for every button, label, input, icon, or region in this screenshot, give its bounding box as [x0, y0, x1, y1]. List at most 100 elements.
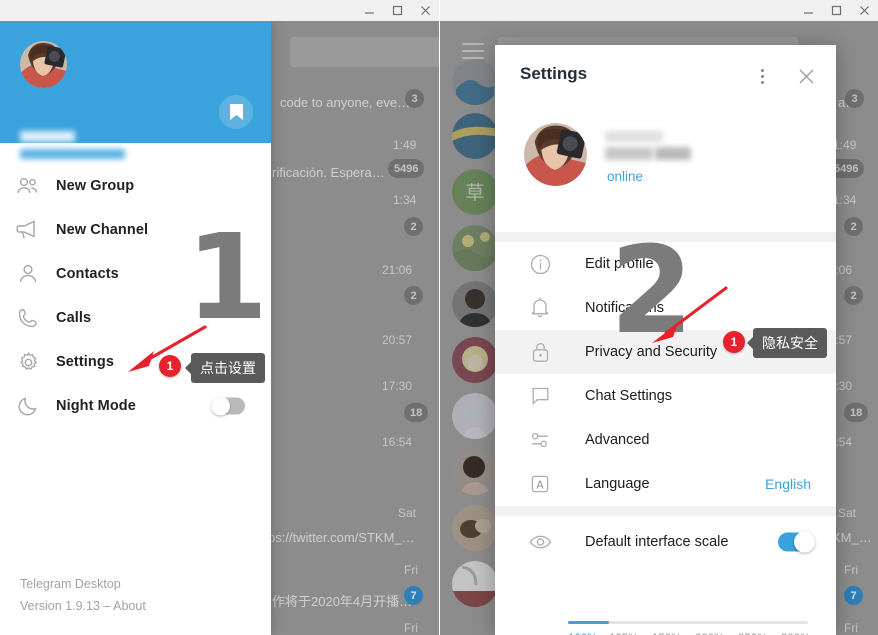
chat-avatar[interactable]: [452, 281, 498, 327]
chat-time: 1:34: [833, 193, 857, 207]
menu-item-label: Contacts: [56, 266, 119, 282]
svg-text:草: 草: [465, 182, 484, 204]
dialog-actions: [748, 62, 820, 90]
megaphone-icon: [0, 219, 56, 241]
avatar[interactable]: [20, 41, 67, 88]
maximize-button[interactable]: [822, 0, 850, 21]
hamburger-menu-icon[interactable]: [462, 43, 484, 59]
chat-snippet: KM_…: [832, 530, 872, 545]
chat-snippet: 作将于2020年4月开播…: [272, 594, 413, 609]
chat-avatar[interactable]: [452, 113, 498, 159]
saved-messages-button[interactable]: [219, 95, 253, 129]
close-icon[interactable]: [792, 62, 820, 90]
chat-time: Sat: [838, 506, 857, 520]
chat-badge: 2: [404, 286, 423, 305]
menu-item-night-mode[interactable]: Night Mode: [0, 384, 271, 428]
screenshot-root: code to anyone, eve… 3 1:49 rificación. …: [0, 0, 878, 635]
profile-status: online: [607, 169, 644, 184]
dialog-title: Settings: [520, 64, 588, 83]
dialog-header: Settings: [495, 45, 836, 107]
chat-avatar[interactable]: [452, 337, 498, 383]
bell-icon: [495, 297, 585, 319]
lock-icon: [495, 341, 585, 363]
person-icon: [0, 263, 56, 285]
close-button[interactable]: [850, 0, 878, 21]
chat-snippet: ps://twitter.com/STKM_…: [268, 530, 415, 545]
menu-item-label: Calls: [56, 310, 92, 326]
settings-item-label: Language: [585, 476, 650, 492]
default-interface-scale-toggle[interactable]: [778, 531, 815, 553]
annotation-tooltip-1: 点击设置: [191, 353, 265, 383]
chat-time: 20:57: [382, 333, 413, 347]
version-line: Version 1.9.13 – About: [20, 595, 146, 617]
language-value[interactable]: English: [765, 476, 811, 492]
settings-item-default-interface-scale[interactable]: Default interface scale: [495, 516, 836, 568]
menu-item-new-group[interactable]: New Group: [0, 164, 271, 208]
chat-time: Fri: [404, 563, 418, 577]
menu-item-label: Settings: [56, 354, 114, 370]
step-number-1: 1: [186, 208, 269, 346]
letter-a-icon: A: [495, 474, 585, 494]
titlebar-left: [0, 0, 439, 21]
dialog-profile: online: [495, 107, 836, 232]
chat-avatar[interactable]: [452, 59, 498, 105]
chat-snippet: code to anyone, eve…: [280, 95, 411, 110]
settings-item-label: Advanced: [585, 432, 650, 448]
chat-avatar[interactable]: [452, 449, 498, 495]
chat-avatar[interactable]: [452, 225, 498, 271]
avatar[interactable]: [524, 123, 587, 186]
annotation-badge-2: 1: [723, 331, 745, 353]
chat-badge: 7: [844, 586, 863, 605]
minimize-button[interactable]: [355, 0, 383, 21]
settings-item-chat-settings[interactable]: Chat Settings: [495, 374, 836, 418]
chat-avatar[interactable]: [452, 505, 498, 551]
chat-time: Fri: [844, 563, 858, 577]
divider: [495, 506, 836, 516]
telegram-window-right: 草 a… 3 1:49: [440, 0, 878, 635]
settings-item-language[interactable]: A Language English: [495, 462, 836, 506]
menu-item-label: Night Mode: [56, 398, 136, 414]
chat-time: 1:49: [833, 138, 857, 152]
info-icon: [495, 254, 585, 275]
minimize-button[interactable]: [794, 0, 822, 21]
slider-track[interactable]: [568, 621, 808, 624]
moon-icon: [0, 395, 56, 417]
version-text: Version 1.9.13 –: [20, 599, 114, 613]
step-number-2: 2: [610, 222, 694, 361]
chat-badge: 3: [845, 89, 864, 108]
chat-time: 1:49: [393, 138, 417, 152]
chat-time: 17:30: [382, 379, 413, 393]
chat-time: Sat: [398, 506, 417, 520]
chat-snippet: rificación. Espera…: [272, 165, 385, 180]
eye-icon: [495, 534, 585, 550]
chat-time: 16:54: [382, 435, 413, 449]
interface-scale-slider[interactable]: 100% 125% 150% 200% 250% 300%: [568, 621, 810, 635]
product-name: Telegram Desktop: [20, 577, 121, 591]
about-link[interactable]: About: [113, 599, 146, 613]
settings-item-advanced[interactable]: Advanced: [495, 418, 836, 462]
settings-item-label: Chat Settings: [585, 388, 673, 404]
menu-item-label: New Channel: [56, 222, 149, 238]
close-button[interactable]: [411, 0, 439, 21]
group-icon: [0, 176, 56, 196]
drawer-header: [0, 21, 271, 159]
chat-avatar[interactable]: 草: [452, 169, 498, 215]
night-mode-toggle[interactable]: [211, 396, 245, 416]
chat-badge: 18: [404, 403, 429, 422]
chat-avatar[interactable]: [452, 393, 498, 439]
slider-fill: [568, 621, 609, 624]
maximize-button[interactable]: [383, 0, 411, 21]
chat-avatar[interactable]: [452, 561, 498, 607]
chat-badge: 18: [844, 403, 869, 422]
annotation-badge-1: 1: [159, 355, 181, 377]
gear-icon: [0, 351, 56, 374]
chat-badge: 3: [405, 89, 424, 108]
chat-badge: 2: [404, 217, 423, 236]
titlebar-right: [440, 0, 878, 21]
search-bar[interactable]: [290, 37, 439, 67]
more-vertical-icon[interactable]: [748, 62, 776, 90]
chat-badge: 7: [404, 586, 423, 605]
telegram-window-left: code to anyone, eve… 3 1:49 rificación. …: [0, 0, 439, 635]
chat-badge: 5496: [388, 159, 425, 178]
chat-badge: 2: [844, 286, 863, 305]
